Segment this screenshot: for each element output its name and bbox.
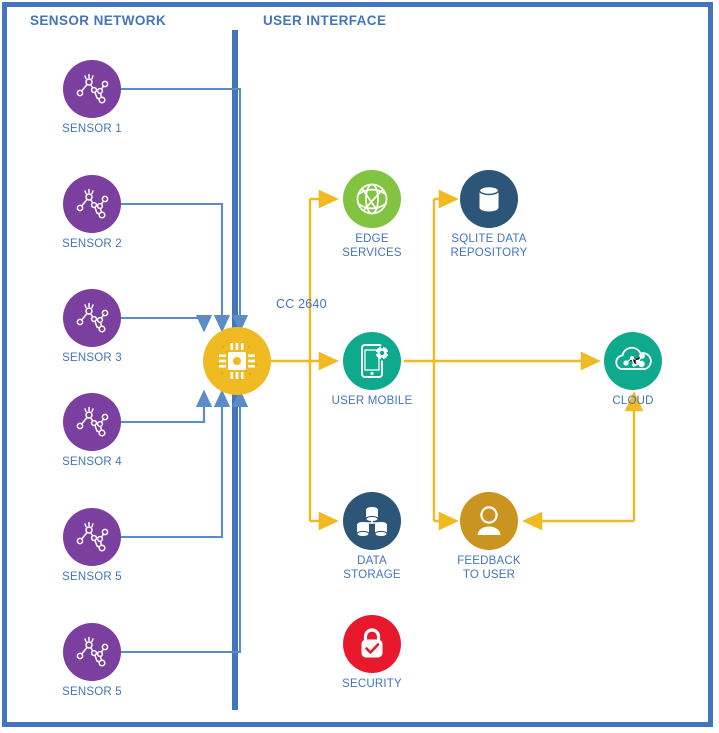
stacked-databases-icon <box>343 492 401 550</box>
node-label: EDGE SERVICES <box>342 233 402 259</box>
gateway-link-label: CC 2640 <box>276 297 327 311</box>
node-feedback-to-user[interactable]: FEEDBACK TO USER <box>457 492 521 581</box>
node-label: SENSOR 2 <box>62 238 122 250</box>
node-sensor-5[interactable]: SENSOR 5 <box>62 508 122 583</box>
sensor-network-icon <box>63 289 121 347</box>
padlock-check-icon <box>343 615 401 673</box>
microchip-icon <box>203 327 271 395</box>
node-sensor-2[interactable]: SENSOR 2 <box>62 175 122 250</box>
node-label: SENSOR 3 <box>62 352 122 364</box>
sensor-network-icon <box>63 393 121 451</box>
node-sensor-4[interactable]: SENSOR 4 <box>62 393 122 468</box>
node-label: SECURITY <box>342 678 402 690</box>
sensor-network-icon <box>63 175 121 233</box>
mobile-gear-icon <box>343 332 401 390</box>
node-sensor-6[interactable]: SENSOR 5 <box>62 623 122 698</box>
sensor-network-icon <box>63 623 121 681</box>
sensor-network-icon <box>63 60 121 118</box>
database-cylinder-icon <box>460 170 518 228</box>
node-data-storage[interactable]: DATA STORAGE <box>343 492 401 581</box>
node-user-mobile[interactable]: USER MOBILE <box>332 332 412 407</box>
node-label: SENSOR 4 <box>62 456 122 468</box>
node-security[interactable]: SECURITY <box>342 615 402 690</box>
node-label: CLOUD <box>612 395 654 407</box>
node-label: SENSOR 5 <box>62 686 122 698</box>
node-sqlite-repository[interactable]: SQLITE DATA REPOSITORY <box>451 170 527 259</box>
node-label: USER MOBILE <box>331 395 413 407</box>
node-label: SENSOR 1 <box>62 123 122 135</box>
node-gateway[interactable] <box>203 327 271 395</box>
diagram-canvas: SENSOR NETWORK USER INTERFACE SENSOR 1 S… <box>0 0 719 733</box>
user-person-icon <box>460 492 518 550</box>
node-sensor-1[interactable]: SENSOR 1 <box>62 60 122 135</box>
sensor-network-icon <box>63 508 121 566</box>
cloud-network-icon <box>604 332 662 390</box>
node-label: FEEDBACK TO USER <box>457 555 521 581</box>
node-label: SENSOR 5 <box>62 571 122 583</box>
node-edge-services[interactable]: EDGE SERVICES <box>342 170 402 259</box>
globe-mesh-icon <box>343 170 401 228</box>
node-label: SQLITE DATA REPOSITORY <box>450 233 528 259</box>
node-label: DATA STORAGE <box>343 555 401 581</box>
node-cloud[interactable]: CLOUD <box>604 332 662 407</box>
node-sensor-3[interactable]: SENSOR 3 <box>62 289 122 364</box>
